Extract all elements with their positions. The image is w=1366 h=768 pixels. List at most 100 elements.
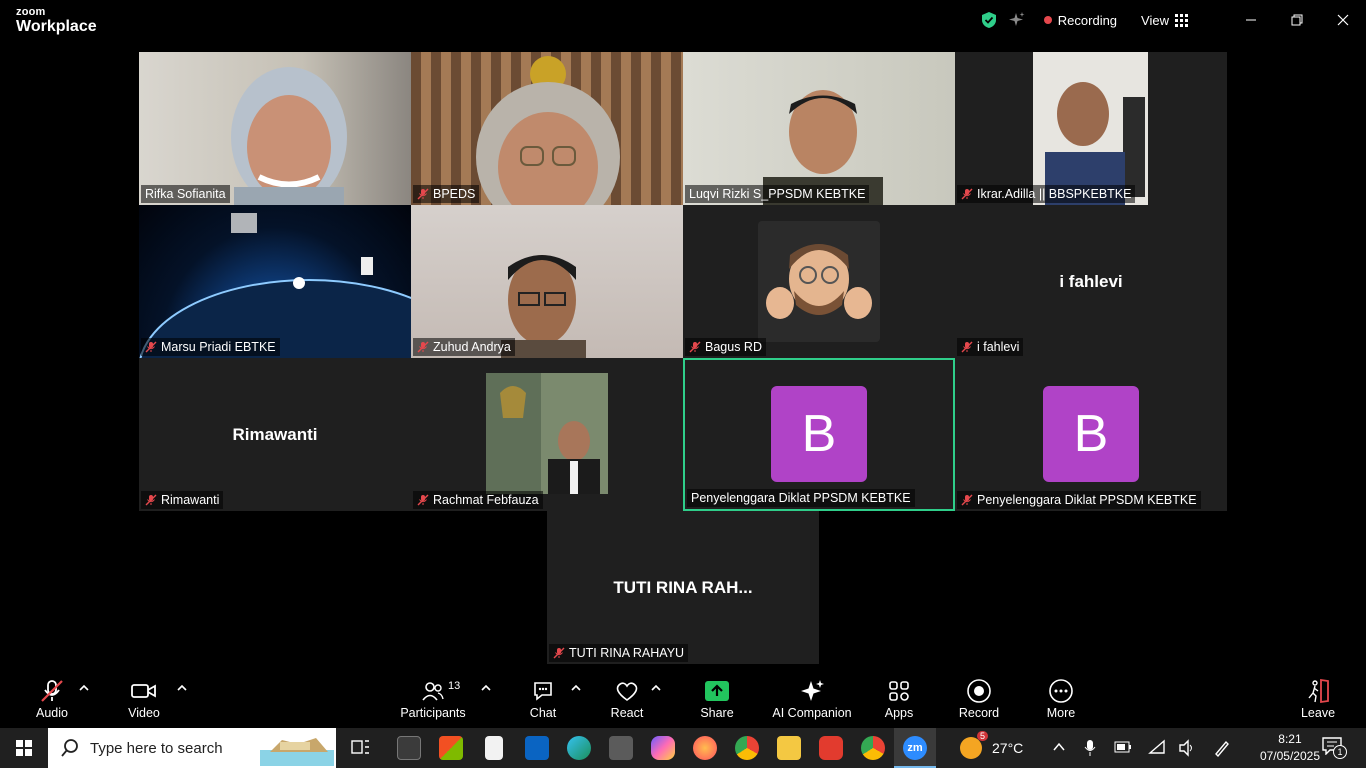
outlook-icon[interactable] xyxy=(525,736,549,760)
muted-mic-icon xyxy=(417,494,429,506)
microsoft-store-icon[interactable] xyxy=(439,736,463,760)
participant-video xyxy=(501,255,586,358)
start-button[interactable] xyxy=(0,728,48,768)
edge-icon[interactable] xyxy=(567,736,591,760)
participant-tile[interactable]: Marsu Priadi EBTKE xyxy=(139,205,411,358)
participant-name: Penyelenggara Diklat PPSDM KEBTKE xyxy=(687,489,915,507)
zoom-taskbar-button[interactable]: zm xyxy=(894,728,936,768)
participants-button[interactable]: 13 Participants xyxy=(398,678,468,720)
video-button[interactable]: Video xyxy=(122,678,166,720)
task-view-icon[interactable] xyxy=(349,736,373,760)
security-shield-icon[interactable] xyxy=(980,11,998,29)
participant-tile[interactable]: TUTI RINA RAH... TUTI RINA RAHAYU xyxy=(547,511,819,664)
muted-mic-icon xyxy=(417,341,429,353)
microphone-icon[interactable] xyxy=(1083,739,1097,757)
weather-badge: 5 xyxy=(976,731,988,741)
wifi-icon[interactable] xyxy=(1148,739,1166,755)
file-explorer-icon[interactable] xyxy=(777,736,801,760)
weather-temp[interactable]: 27°C xyxy=(992,740,1023,756)
more-label: More xyxy=(1046,706,1076,720)
chat-icon xyxy=(534,682,552,701)
taskbar-clock[interactable]: 8:21 07/05/2025 xyxy=(1260,731,1320,765)
participant-tile[interactable]: Rifka Sofianita xyxy=(139,52,411,205)
participant-tile[interactable]: Rachmat Febfauza xyxy=(411,358,683,511)
leave-button[interactable]: Leave xyxy=(1298,678,1338,720)
recording-label[interactable]: Recording xyxy=(1058,13,1117,28)
apps-icon xyxy=(889,681,909,701)
app-logo: zoom Workplace xyxy=(16,7,97,35)
participant-tile[interactable]: Zuhud Andrya xyxy=(411,205,683,358)
react-button[interactable]: React xyxy=(606,678,648,720)
weather-icon[interactable]: 5 xyxy=(960,731,988,759)
participant-name: Rachmat Febfauza xyxy=(413,491,543,509)
chevron-up-icon[interactable] xyxy=(177,684,187,692)
avatar: B xyxy=(771,386,867,482)
participant-name: Penyelenggara Diklat PPSDM KEBTKE xyxy=(957,491,1201,509)
chat-label: Chat xyxy=(529,706,557,720)
battery-icon[interactable] xyxy=(1114,741,1132,753)
apps-button[interactable]: Apps xyxy=(880,678,918,720)
windows-logo-icon xyxy=(16,740,32,756)
share-button[interactable]: Share xyxy=(697,678,737,720)
apps-label: Apps xyxy=(884,706,914,720)
participant-tile-active-speaker[interactable]: B Penyelenggara Diklat PPSDM KEBTKE xyxy=(683,358,955,511)
chrome-icon[interactable] xyxy=(735,736,759,760)
chevron-up-icon[interactable] xyxy=(1053,742,1065,752)
muted-mic-icon xyxy=(145,494,157,506)
close-button[interactable] xyxy=(1320,0,1366,40)
participant-tile[interactable]: BPEDS xyxy=(411,52,683,205)
audio-button[interactable]: Audio xyxy=(30,678,74,720)
participant-video xyxy=(486,373,608,494)
brand-zoom: zoom xyxy=(16,6,46,18)
taskbar-app-icon[interactable] xyxy=(397,736,421,760)
participant-tile[interactable]: Rimawanti Rimawanti xyxy=(139,358,411,511)
video-camera-icon xyxy=(131,684,156,698)
participant-tile[interactable]: Luqvi Rizki S_PPSDM KEBTKE xyxy=(683,52,955,205)
video-label: Video xyxy=(128,706,160,720)
participant-video xyxy=(231,67,347,205)
participants-label: Participants xyxy=(400,706,466,720)
clock-time: 8:21 xyxy=(1278,732,1302,746)
participant-tile[interactable]: Bagus RD xyxy=(683,205,955,358)
search-highlight-icon xyxy=(260,738,334,766)
leave-door-icon xyxy=(1308,678,1329,704)
participant-name: i fahlevi xyxy=(957,338,1024,356)
participants-icon xyxy=(422,682,444,701)
record-button[interactable]: Record xyxy=(955,678,1003,720)
windows-taskbar: Type here to search zm 5 27°C 8:21 07/05… xyxy=(0,728,1366,768)
participant-tile[interactable]: B Penyelenggara Diklat PPSDM KEBTKE xyxy=(955,358,1227,511)
file-icon[interactable] xyxy=(485,736,503,760)
printer-icon[interactable] xyxy=(609,736,633,760)
minimize-icon xyxy=(1246,19,1256,21)
minimize-button[interactable] xyxy=(1228,0,1274,40)
chevron-up-icon[interactable] xyxy=(571,684,581,692)
taskbar-search-input[interactable]: Type here to search xyxy=(48,728,336,768)
restore-button[interactable] xyxy=(1274,0,1320,40)
ai-companion-label: AI Companion xyxy=(772,706,852,720)
audio-label: Audio xyxy=(36,706,68,720)
participant-tile[interactable]: Ikrar.Adilla || BBSPKEBTKE xyxy=(955,52,1227,205)
volume-icon[interactable] xyxy=(1178,739,1196,757)
chat-button[interactable]: Chat xyxy=(522,678,564,720)
zoom-app-icon: zm xyxy=(903,736,927,760)
participant-name: Bagus RD xyxy=(685,338,766,356)
more-button[interactable]: More xyxy=(1041,678,1081,720)
chevron-up-icon[interactable] xyxy=(651,684,661,692)
chrome-icon[interactable] xyxy=(861,736,885,760)
participant-tile[interactable]: i fahlevi i fahlevi xyxy=(955,205,1227,358)
close-icon xyxy=(1337,14,1349,26)
wps-office-icon[interactable] xyxy=(819,736,843,760)
view-grid-icon[interactable] xyxy=(1175,13,1188,27)
brand-workplace: Workplace xyxy=(16,18,97,35)
chevron-up-icon[interactable] xyxy=(481,684,491,692)
view-label[interactable]: View xyxy=(1141,13,1169,28)
chevron-up-icon[interactable] xyxy=(79,684,89,692)
muted-mic-icon xyxy=(553,647,565,659)
firefox-icon[interactable] xyxy=(693,736,717,760)
copilot-icon[interactable] xyxy=(651,736,675,760)
participant-display-name: i fahlevi xyxy=(1059,271,1123,291)
ai-sparkle-icon[interactable] xyxy=(1008,11,1026,29)
notification-center-button[interactable]: 1 xyxy=(1322,737,1347,759)
ai-companion-button[interactable]: AI Companion xyxy=(770,678,854,720)
pen-icon[interactable] xyxy=(1213,739,1231,757)
